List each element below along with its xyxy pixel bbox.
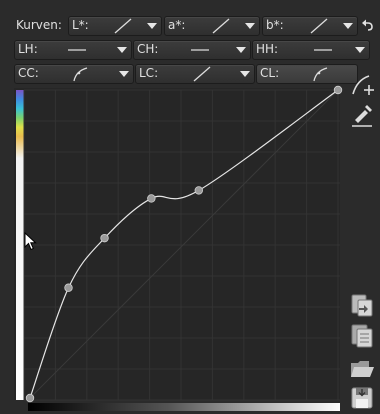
paste-icon[interactable]: [349, 323, 375, 349]
tone-curve-panel: { "panel": { "title": "Kurven:" }, "row1…: [0, 0, 380, 414]
chevron-down-icon: [117, 47, 127, 53]
linear-curve-icon: [114, 18, 132, 34]
ch-label: CH:: [137, 42, 159, 56]
linear-curve-icon: [212, 18, 230, 34]
chevron-down-icon: [236, 47, 246, 53]
hue-curves-row: LH: CH: HH:: [0, 38, 380, 60]
save-icon[interactable]: [349, 385, 375, 411]
cl-label: CL:: [260, 66, 280, 80]
lc-curve-dropdown[interactable]: LC:: [135, 64, 255, 84]
custom-curve-icon: [313, 67, 328, 82]
vertical-gradient-bar: [16, 90, 24, 400]
chevron-down-icon: [245, 23, 255, 29]
reset-icon[interactable]: [360, 18, 374, 32]
chevron-down-icon: [119, 71, 129, 77]
a-curve-dropdown[interactable]: a*:: [164, 16, 260, 36]
lh-label: LH:: [18, 42, 38, 56]
flat-curve-icon: [191, 49, 209, 51]
picker-icon[interactable]: [349, 102, 375, 128]
cl-curve-dropdown[interactable]: CL:: [256, 64, 358, 84]
chevron-down-icon: [147, 23, 157, 29]
hh-label: HH:: [256, 42, 279, 56]
chevron-down-icon: [240, 71, 250, 77]
a-label: a*:: [168, 18, 186, 32]
b-curve-dropdown[interactable]: b*:: [262, 16, 358, 36]
hh-curve-dropdown[interactable]: HH:: [252, 40, 370, 60]
chevron-down-icon: [343, 23, 353, 29]
cc-curve-dropdown[interactable]: CC:: [14, 64, 134, 84]
copy-icon[interactable]: [349, 292, 375, 318]
curve-editor[interactable]: [14, 88, 340, 400]
curves-title: Kurven:: [16, 18, 62, 32]
curve-edit-icon[interactable]: [349, 72, 375, 98]
custom-curve-icon: [73, 67, 88, 82]
linear-curve-icon: [310, 18, 328, 34]
lh-curve-dropdown[interactable]: LH:: [14, 40, 132, 60]
mouse-pointer-icon: [24, 232, 37, 251]
cc-label: CC:: [18, 66, 39, 80]
flat-curve-icon: [314, 49, 332, 51]
l-curve-dropdown[interactable]: L*:: [68, 16, 162, 36]
chroma-curves-row: CC: LC: CL:: [0, 62, 380, 84]
linear-curve-icon: [193, 66, 211, 82]
flat-curve-icon: [68, 49, 86, 51]
lc-label: LC:: [139, 66, 159, 80]
lab-curves-row: Kurven: L*: a*: b*:: [0, 14, 380, 36]
horizontal-gradient-bar: [28, 403, 340, 411]
chevron-down-icon: [355, 47, 365, 53]
b-label: b*:: [266, 18, 284, 32]
l-label: L*:: [72, 18, 89, 32]
ch-curve-dropdown[interactable]: CH:: [133, 40, 251, 60]
open-icon[interactable]: [349, 355, 375, 381]
